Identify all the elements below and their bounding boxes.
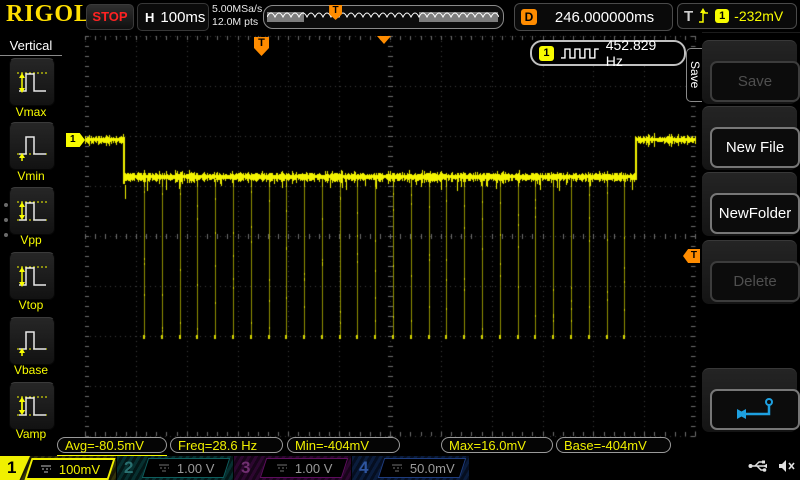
vamp-button[interactable] xyxy=(9,382,55,430)
vmax-label: Vmax xyxy=(0,105,62,119)
delay-badge: D xyxy=(521,9,537,25)
trigger-source-badge: 1 xyxy=(715,9,729,23)
save-button[interactable]: Save xyxy=(710,61,800,102)
preview-sine-icon xyxy=(267,6,499,28)
vtop-button[interactable] xyxy=(9,252,55,300)
timebase-value: 100ms xyxy=(160,9,205,26)
channel1-scale: 100mV xyxy=(59,462,100,477)
vmin-button[interactable] xyxy=(9,122,55,170)
square-wave-icon xyxy=(560,46,600,60)
divider xyxy=(0,55,62,56)
vtop-icon xyxy=(16,259,48,293)
vertical-measure-menu: Vertical Vmax Vmin Vpp xyxy=(0,32,63,455)
vpp-label: Vpp xyxy=(0,233,62,247)
waveform-display xyxy=(62,32,702,456)
measurement-freq[interactable]: Freq=28.6 Hz xyxy=(170,437,283,453)
page-indicator-dot xyxy=(4,203,8,207)
channel3-status[interactable]: 3 1.00 V xyxy=(234,456,351,480)
channel2-status[interactable]: 2 1.00 V xyxy=(117,456,233,480)
measurement-avg[interactable]: Avg=-80.5mV xyxy=(57,437,167,453)
new-folder-button[interactable]: NewFolder xyxy=(710,193,800,234)
acquisition-info: 5.00MSa/s 12.0M pts xyxy=(212,3,262,29)
vbase-label: Vbase xyxy=(0,363,62,377)
trigger-label: T xyxy=(684,8,693,25)
top-status-bar: RIGOL STOP H 100ms 5.00MSa/s 12.0M pts T… xyxy=(0,0,800,33)
trigger-delay-box[interactable]: D 246.000000ms xyxy=(514,3,673,31)
horizontal-timebase-box[interactable]: H 100ms xyxy=(137,3,209,31)
vtop-label: Vtop xyxy=(0,298,62,312)
channel2-scale-box: 1.00 V xyxy=(142,458,230,478)
vmin-icon xyxy=(16,129,48,163)
measurement-max[interactable]: Max=16.0mV xyxy=(441,437,553,453)
channel1-status[interactable]: 1 100mV xyxy=(0,456,116,480)
measurement-min[interactable]: Min=-404mV xyxy=(287,437,400,453)
usb-icon xyxy=(748,459,770,473)
coupling-icon xyxy=(275,463,289,473)
sample-rate: 5.00MSa/s xyxy=(212,3,262,16)
coupling-icon xyxy=(39,464,53,474)
delay-value: 246.000000ms xyxy=(537,9,672,26)
channel-status-bar: 1 100mV 2 1.00 V 3 1.00 V 4 xyxy=(0,456,800,480)
frequency-counter: 1 452.829 Hz xyxy=(530,40,686,66)
menu-tab-save: Save xyxy=(686,48,702,102)
memory-waveform-preview[interactable]: T xyxy=(263,5,504,29)
vamp-label: Vamp xyxy=(0,427,62,441)
memory-depth: 12.0M pts xyxy=(212,16,262,29)
coupling-icon xyxy=(157,463,171,473)
menu-title: Vertical xyxy=(0,38,62,53)
back-button[interactable] xyxy=(710,389,800,430)
measurement-base[interactable]: Base=-404mV xyxy=(556,437,671,453)
trigger-status-box[interactable]: T 1 -232mV xyxy=(677,3,797,29)
vpp-button[interactable] xyxy=(9,187,55,235)
channel1-scale-box: 100mV xyxy=(24,458,115,480)
coupling-icon xyxy=(390,463,404,473)
counter-source-badge: 1 xyxy=(539,46,554,61)
horizontal-label: H xyxy=(145,10,154,25)
channel4-scale-box: 50.0mV xyxy=(378,458,466,478)
delete-button[interactable]: Delete xyxy=(710,261,800,302)
run-state-button[interactable]: STOP xyxy=(86,4,134,30)
rising-edge-icon xyxy=(698,7,710,25)
channel4-scale: 50.0mV xyxy=(410,461,455,476)
channel1-number: 1 xyxy=(7,456,16,480)
channel4-status[interactable]: 4 50.0mV xyxy=(352,456,469,480)
speaker-muted-icon xyxy=(778,458,796,474)
channel3-scale: 1.00 V xyxy=(295,461,333,476)
vamp-icon xyxy=(16,389,48,423)
new-file-button[interactable]: New File xyxy=(710,127,800,168)
vpp-icon xyxy=(16,194,48,228)
vmax-icon xyxy=(16,65,48,99)
vmin-label: Vmin xyxy=(0,169,62,183)
channel3-scale-box: 1.00 V xyxy=(260,458,348,478)
trigger-level-value: -232mV xyxy=(734,8,783,24)
brand-logo: RIGOL xyxy=(6,1,91,28)
return-arrow-icon xyxy=(733,396,777,422)
channel2-scale: 1.00 V xyxy=(177,461,215,476)
channel3-number: 3 xyxy=(241,456,250,480)
status-icons xyxy=(748,458,796,474)
vbase-icon xyxy=(16,324,48,358)
vmax-button[interactable] xyxy=(9,58,55,106)
vbase-button[interactable] xyxy=(9,317,55,365)
page-indicator-dot xyxy=(4,218,8,222)
channel4-number: 4 xyxy=(359,456,368,480)
counter-value: 452.829 Hz xyxy=(606,37,677,69)
page-indicator-dot xyxy=(4,233,8,237)
channel2-number: 2 xyxy=(124,456,133,480)
